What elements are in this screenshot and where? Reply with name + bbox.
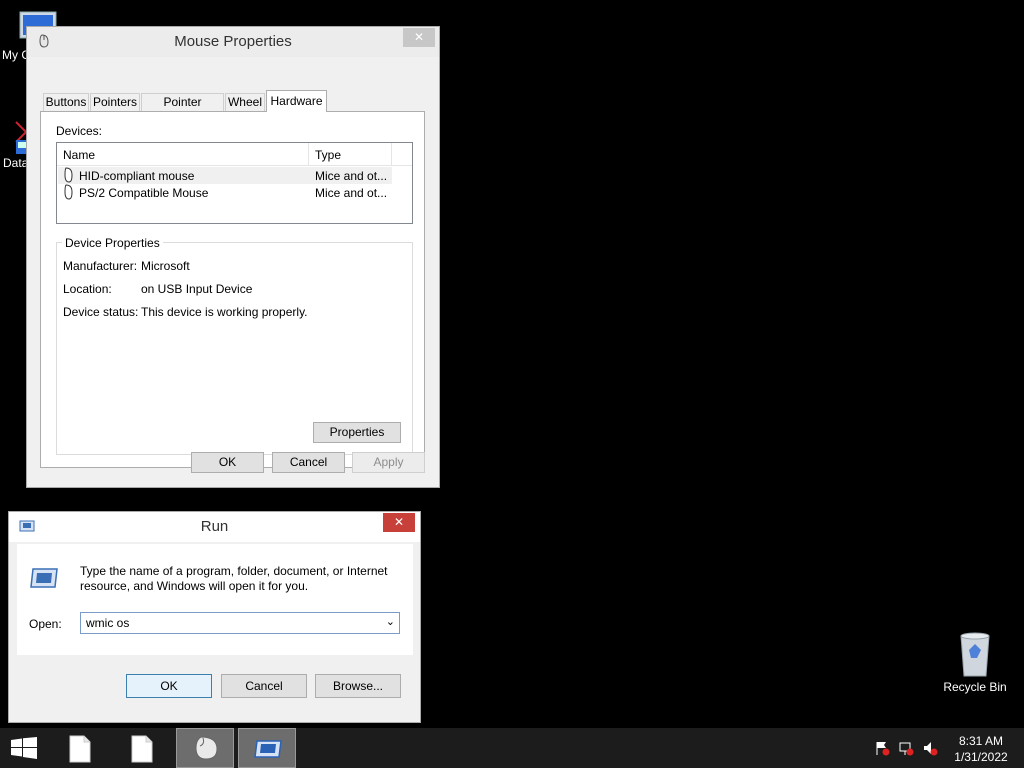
- ok-button[interactable]: OK: [191, 452, 264, 473]
- location-value: on USB Input Device: [141, 282, 253, 296]
- run-description: Type the name of a program, folder, docu…: [80, 564, 388, 593]
- taskbar-item-run[interactable]: [238, 728, 296, 768]
- taskbar-item-document[interactable]: [117, 728, 167, 768]
- document-icon: [68, 735, 92, 766]
- device-name: HID-compliant mouse: [79, 169, 195, 183]
- device-status-value: This device is working properly.: [141, 305, 308, 319]
- close-icon: ✕: [393, 515, 405, 529]
- flag-icon[interactable]: [874, 740, 890, 756]
- device-type: Mice and ot...: [315, 169, 388, 183]
- taskbar-item-mouse-properties[interactable]: [176, 728, 234, 768]
- mouse-icon: [191, 734, 221, 765]
- ok-button[interactable]: OK: [126, 674, 212, 698]
- run-content-area: Type the name of a program, folder, docu…: [17, 544, 413, 655]
- column-divider: [391, 143, 392, 165]
- list-header: Name Type: [57, 143, 412, 166]
- cancel-button[interactable]: Cancel: [272, 452, 345, 473]
- run-icon: [253, 739, 283, 762]
- start-button[interactable]: [0, 728, 48, 768]
- apply-button[interactable]: Apply: [352, 452, 425, 473]
- open-label: Open:: [29, 617, 62, 631]
- properties-button[interactable]: Properties: [313, 422, 401, 443]
- desktop-icon-label: Recycle Bin: [943, 680, 1007, 694]
- device-name: PS/2 Compatible Mouse: [79, 186, 209, 200]
- taskbar: 8:31 AM 1/31/2022: [0, 728, 1024, 768]
- browse-button[interactable]: Browse...: [315, 674, 401, 698]
- open-input[interactable]: wmic os: [86, 616, 129, 630]
- recycle-bin-icon: [955, 630, 995, 680]
- close-icon: ✕: [413, 30, 425, 44]
- document-icon: [130, 735, 154, 766]
- devices-label: Devices:: [56, 124, 103, 138]
- clock[interactable]: 8:31 AM 1/31/2022: [948, 733, 1014, 765]
- location-label: Location:: [63, 282, 112, 296]
- group-legend: Device Properties: [62, 236, 163, 250]
- start-icon: [10, 737, 38, 762]
- clock-date: 1/31/2022: [954, 750, 1008, 764]
- devices-list[interactable]: Name Type HID-compliant mouse Mice and o…: [56, 142, 413, 224]
- manufacturer-label: Manufacturer:: [63, 259, 138, 273]
- tab-buttons[interactable]: Buttons: [43, 93, 89, 112]
- run-titlebar[interactable]: Run ✕: [9, 512, 420, 542]
- tab-wheel[interactable]: Wheel: [225, 93, 265, 112]
- cancel-button[interactable]: Cancel: [221, 674, 307, 698]
- chevron-down-icon[interactable]: ⌄: [386, 615, 395, 628]
- volume-muted-icon[interactable]: [922, 740, 938, 756]
- close-button[interactable]: ✕: [403, 28, 435, 47]
- taskbar-item-document[interactable]: [55, 728, 105, 768]
- mouse-properties-titlebar[interactable]: Mouse Properties ✕: [27, 27, 439, 57]
- column-header-name[interactable]: Name: [63, 148, 95, 162]
- run-icon: [29, 566, 59, 593]
- tab-pointers[interactable]: Pointers: [90, 93, 140, 112]
- device-properties-group: Device Properties Manufacturer: Microsof…: [56, 236, 413, 455]
- mouse-icon: [63, 184, 75, 203]
- open-combobox[interactable]: wmic os ⌄: [80, 612, 400, 634]
- network-icon[interactable]: [898, 740, 914, 756]
- desktop-icon-recycle-bin[interactable]: Recycle Bin: [940, 630, 1010, 694]
- close-button[interactable]: ✕: [383, 513, 415, 532]
- tab-hardware[interactable]: Hardware: [266, 90, 327, 112]
- manufacturer-value: Microsoft: [141, 259, 190, 273]
- column-divider: [308, 143, 309, 165]
- window-title: Run: [200, 518, 229, 535]
- window-title: Mouse Properties: [174, 33, 292, 50]
- run-dialog: Run ✕ Type the name of a program, folder…: [8, 511, 421, 723]
- device-type: Mice and ot...: [315, 186, 388, 200]
- hardware-tab-page: Devices: Name Type HID-compliant mouse M…: [40, 111, 425, 468]
- table-row[interactable]: PS/2 Compatible Mouse Mice and ot...: [58, 184, 392, 201]
- mouse-properties-window: Mouse Properties ✕ Buttons Pointers Poin…: [26, 26, 440, 488]
- tab-pointer-options[interactable]: Pointer Options: [141, 93, 224, 126]
- clock-time: 8:31 AM: [958, 734, 1004, 748]
- device-status-label: Device status:: [63, 305, 139, 319]
- table-row[interactable]: HID-compliant mouse Mice and ot...: [58, 167, 392, 184]
- column-header-type[interactable]: Type: [315, 148, 341, 162]
